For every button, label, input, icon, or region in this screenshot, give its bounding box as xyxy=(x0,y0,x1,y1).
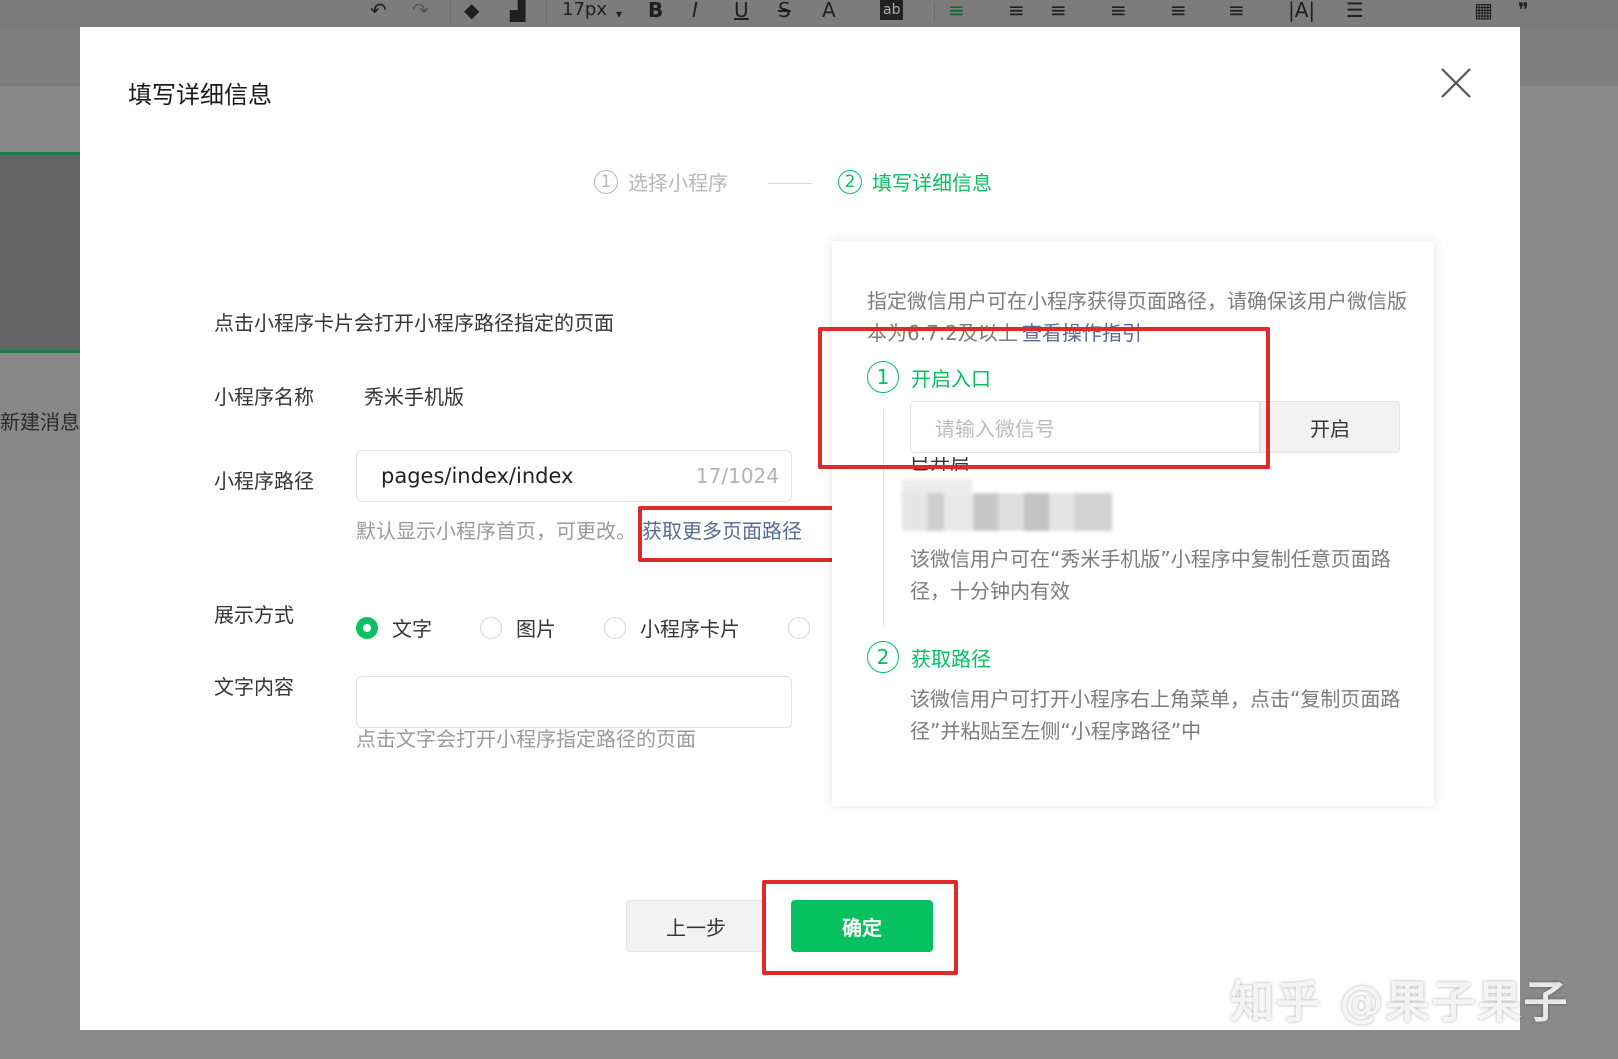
letter-spacing-icon[interactable]: |A| xyxy=(1288,0,1315,20)
editor-green-line xyxy=(0,350,80,353)
path-input[interactable]: pages/index/index 17/1024 xyxy=(356,450,792,502)
strikethrough-icon[interactable]: S xyxy=(778,0,791,20)
panel-step-2-title: 获取路径 xyxy=(911,646,991,671)
radio-unchecked-icon xyxy=(788,616,810,639)
background-color-icon[interactable]: ab xyxy=(880,0,904,20)
path-hint-text: 默认显示小程序首页，可更改。 xyxy=(356,519,636,543)
font-size-select[interactable]: 17px xyxy=(562,0,607,20)
text-content-input[interactable] xyxy=(356,676,792,728)
indent-icon[interactable]: ≡ xyxy=(1008,0,1025,20)
clear-format-icon[interactable]: ▟ xyxy=(510,0,525,20)
radio-extra[interactable] xyxy=(788,616,824,639)
toolbar-divider xyxy=(546,2,547,22)
intro-text: 点击小程序卡片会打开小程序路径指定的页面 xyxy=(214,311,614,335)
radio-card[interactable]: 小程序卡片 xyxy=(604,613,740,642)
align-center-icon[interactable]: ≡ xyxy=(1110,0,1127,20)
radio-checked-icon xyxy=(356,616,378,639)
toolbar-divider xyxy=(934,2,935,22)
underline-icon[interactable]: U xyxy=(734,0,749,20)
step-1-number: 1 xyxy=(594,169,618,194)
align-right-icon[interactable]: ≡ xyxy=(1170,0,1187,20)
path-char-count: 17/1024 xyxy=(695,464,779,488)
step-2: 2 填写详细信息 xyxy=(838,167,992,196)
wechat-id-input[interactable]: 请输入微信号 xyxy=(910,401,1260,453)
step-1-label: 选择小程序 xyxy=(628,171,728,195)
close-icon[interactable] xyxy=(1438,65,1474,101)
step-connector xyxy=(768,183,812,184)
step-2-label: 填写详细信息 xyxy=(872,171,992,195)
step-1: 1 选择小程序 xyxy=(594,167,728,196)
panel-description: 指定微信用户可在小程序获得页面路径，请确保该用户微信版本为6.7.2及以上 查看操… xyxy=(867,285,1407,349)
bold-icon[interactable]: B xyxy=(648,0,663,20)
path-label: 小程序路径 xyxy=(214,469,314,493)
more-paths-link[interactable]: 获取更多页面路径 xyxy=(642,519,802,543)
align-left-icon[interactable]: ≡ xyxy=(948,0,965,20)
open-button[interactable]: 开启 xyxy=(1260,401,1400,453)
undo-icon[interactable]: ↶ xyxy=(370,0,387,20)
editor-toolbar: ↶ ↷ ◆ ▟ 17px ▾ B I U S A ab ≡ ≡ ≡ ≡ ≡ ≡ … xyxy=(0,0,1618,28)
panel-step-connector xyxy=(883,409,884,627)
toolbar-divider xyxy=(450,2,451,22)
radio-unchecked-icon xyxy=(604,616,626,639)
new-message-label: 新建消息 xyxy=(0,410,80,434)
text-content-label: 文字内容 xyxy=(214,675,294,699)
radio-card-label: 小程序卡片 xyxy=(640,617,740,641)
radio-text[interactable]: 文字 xyxy=(356,613,432,642)
panel-step-2: 2 获取路径 xyxy=(867,641,991,673)
guide-link[interactable]: 查看操作指引 xyxy=(1022,321,1142,345)
panel-step-2-number: 2 xyxy=(867,641,899,673)
list-icon[interactable]: ☰ xyxy=(1346,0,1364,20)
panel-step-1-number: 1 xyxy=(867,361,899,393)
display-label: 展示方式 xyxy=(214,603,294,627)
radio-image[interactable]: 图片 xyxy=(480,613,556,642)
panel-step-1: 1 开启入口 xyxy=(867,361,991,393)
dialog-title: 填写详细信息 xyxy=(128,81,272,109)
outdent-icon[interactable]: ≡ xyxy=(1050,0,1067,20)
display-radio-group: 文字 图片 小程序卡片 xyxy=(356,613,824,642)
confirm-button[interactable]: 确定 xyxy=(791,900,933,952)
italic-icon[interactable]: I xyxy=(692,0,698,20)
path-input-value: pages/index/index xyxy=(381,464,574,488)
text-content-hint: 点击文字会打开小程序指定路径的页面 xyxy=(356,727,696,751)
name-value: 秀米手机版 xyxy=(364,385,464,409)
line-height-icon[interactable]: ≡ xyxy=(1228,0,1245,20)
panel-step-1-text: 该微信用户可在“秀米手机版”小程序中复制任意页面路径，十分钟内有效 xyxy=(910,547,1391,603)
stepper: 1 选择小程序 2 填写详细信息 xyxy=(80,167,1520,207)
miniprogram-dialog: 填写详细信息 1 选择小程序 2 填写详细信息 点击小程序卡片会打开小程序路径指… xyxy=(80,27,1520,1030)
font-color-icon[interactable]: A xyxy=(822,0,836,20)
path-hint: 默认显示小程序首页，可更改。 获取更多页面路径 xyxy=(356,515,802,544)
path-guide-panel: 指定微信用户可在小程序获得页面路径，请确保该用户微信版本为6.7.2及以上 查看操… xyxy=(832,241,1434,806)
redo-icon[interactable]: ↷ xyxy=(412,0,429,20)
chevron-down-icon: ▾ xyxy=(616,7,623,21)
panel-step-2-text: 该微信用户可打开小程序右上角菜单，点击“复制页面路径”并粘贴至左侧“小程序路径”… xyxy=(910,687,1401,743)
watermark: 知乎 @果子果子 xyxy=(1230,977,1570,1028)
step-2-number: 2 xyxy=(838,169,862,194)
quote-icon[interactable]: ❞ xyxy=(1518,0,1529,20)
radio-text-label: 文字 xyxy=(392,617,432,641)
name-label: 小程序名称 xyxy=(214,385,314,409)
prev-step-button[interactable]: 上一步 xyxy=(626,900,766,952)
blurred-account xyxy=(902,493,1112,531)
table-icon[interactable]: ▦ xyxy=(1474,0,1493,20)
radio-unchecked-icon xyxy=(480,616,502,639)
panel-step-1-title: 开启入口 xyxy=(911,366,991,391)
format-brush-icon[interactable]: ◆ xyxy=(464,0,479,20)
editor-card xyxy=(0,155,80,352)
opened-status: 已开启 xyxy=(910,457,970,471)
radio-image-label: 图片 xyxy=(516,617,556,641)
